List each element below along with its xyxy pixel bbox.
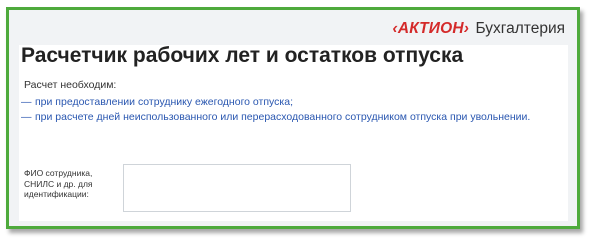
brand-logo: ‹АКТИОН› Бухгалтерия xyxy=(392,20,565,38)
list-item: — при предоставлении сотруднику ежегодно… xyxy=(21,96,530,109)
right-margin xyxy=(568,45,577,226)
brand-logo-mark: ‹АКТИОН› xyxy=(392,20,470,37)
needed-label: Расчет необходим: xyxy=(24,79,117,91)
employee-id-input[interactable] xyxy=(123,164,351,212)
left-margin xyxy=(9,45,19,226)
dash-marker: — xyxy=(21,96,32,108)
employee-id-label: ФИО сотрудника, СНИЛС и др. для идентифи… xyxy=(24,168,93,199)
list-item-text: при предоставлении сотруднику ежегодного… xyxy=(35,96,293,108)
dash-marker: — xyxy=(21,111,32,123)
list-item: — при расчете дней неиспользованного или… xyxy=(21,111,530,124)
brand-product-name: Бухгалтерия xyxy=(475,20,565,37)
list-item-text: при расчете дней неиспользованного или п… xyxy=(35,111,531,123)
usage-list: — при предоставлении сотруднику ежегодно… xyxy=(21,96,530,126)
page-title: Расчетчик рабочих лет и остатков отпуска xyxy=(21,44,464,67)
bottom-margin xyxy=(9,221,577,226)
